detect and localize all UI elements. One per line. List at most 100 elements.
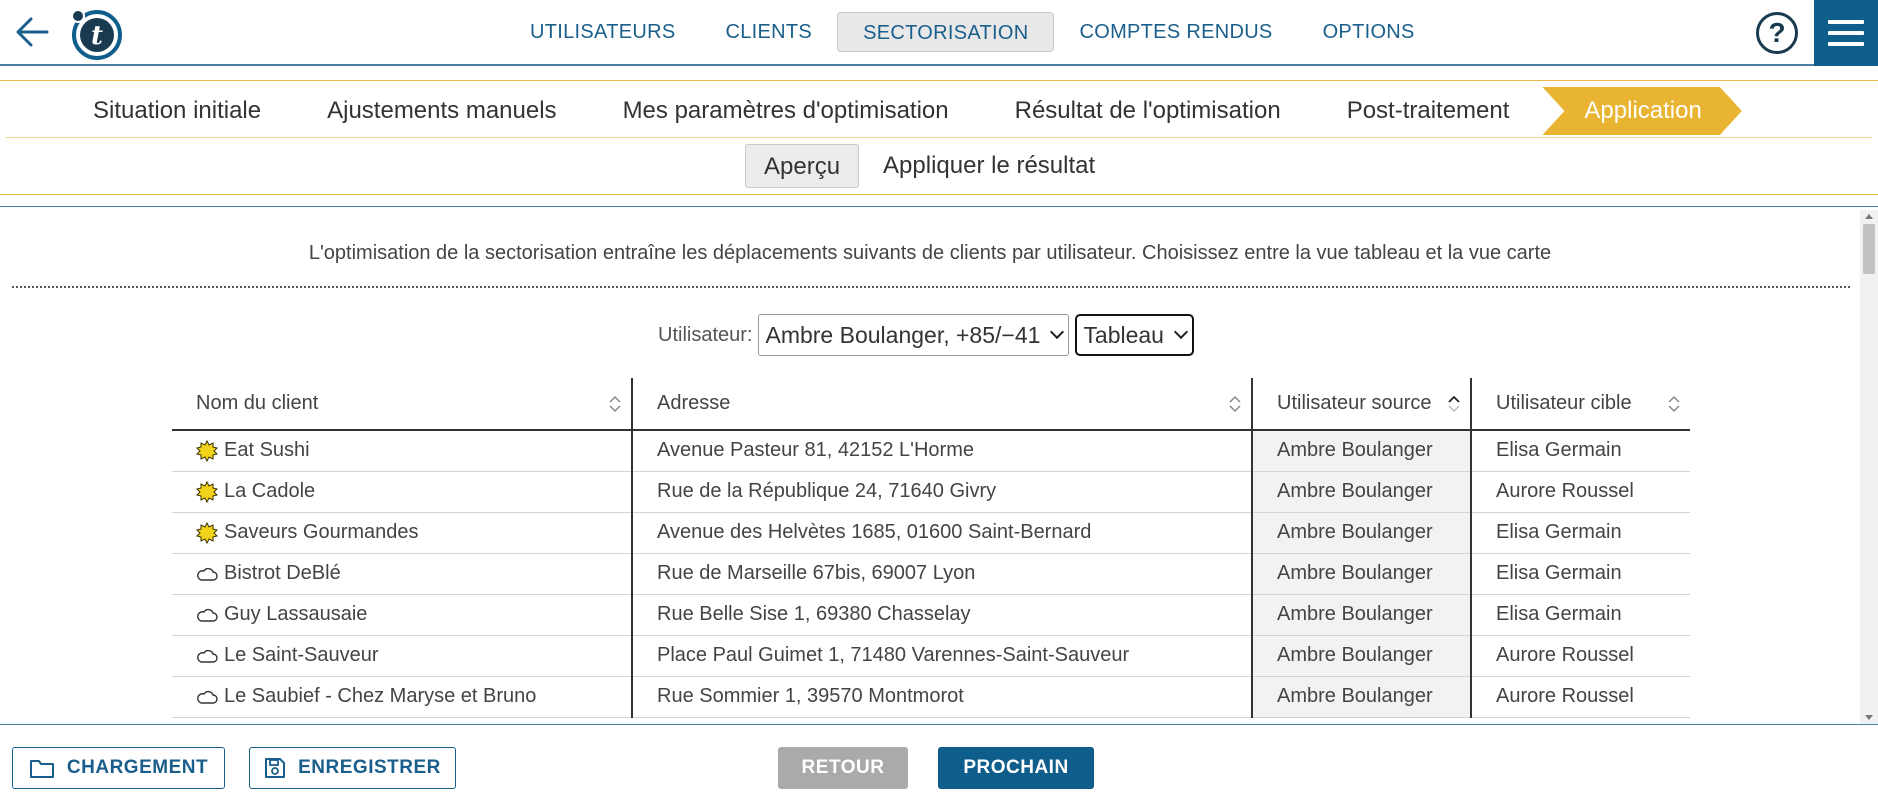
cell-client-name: Bistrot DeBlé	[172, 553, 633, 595]
hamburger-menu-icon[interactable]	[1814, 0, 1878, 66]
column-header-utilisateur-cible[interactable]: Utilisateur cible	[1471, 378, 1690, 431]
step-application[interactable]: Application	[1542, 87, 1741, 135]
subtabs-divider	[0, 194, 1878, 195]
load-button-label: CHARGEMENT	[66, 757, 209, 778]
step-ajustements-manuels[interactable]: Ajustements manuels	[294, 87, 589, 135]
cell-address: Rue de Marseille 67bis, 69007 Lyon	[632, 553, 1253, 595]
step-resultat-optimisation[interactable]: Résultat de l'optimisation	[982, 87, 1314, 135]
cloud-icon	[196, 690, 218, 704]
table-header-row: Nom du client Adresse Utilisateur source…	[172, 378, 1690, 431]
sun-icon	[196, 439, 218, 462]
column-header-label: Adresse	[657, 392, 731, 414]
cloud-icon	[196, 649, 218, 663]
cell-source-user: Ambre Boulanger	[1252, 635, 1472, 677]
tab-options[interactable]: OPTIONS	[1298, 12, 1440, 52]
sort-ascending-icon	[1448, 395, 1460, 413]
content-top-border	[0, 206, 1878, 207]
steps-divider	[6, 137, 1872, 138]
cell-target-user: Aurore Roussel	[1471, 676, 1690, 718]
scroll-thumb[interactable]	[1863, 224, 1875, 274]
cell-client-name: Le Saint-Sauveur	[172, 635, 633, 677]
table-row[interactable]: Le Saint-Sauveur Place Paul Guimet 1, 714…	[172, 635, 1690, 677]
cell-address: Avenue Pasteur 81, 42152 L'Horme	[632, 430, 1253, 472]
main-content: L'optimisation de la sectorisation entra…	[0, 208, 1860, 724]
step-parametres-optimisation[interactable]: Mes paramètres d'optimisation	[590, 87, 982, 135]
column-header-nom-client[interactable]: Nom du client	[172, 378, 633, 431]
svg-text:t: t	[91, 21, 103, 51]
step-situation-initiale[interactable]: Situation initiale	[60, 87, 294, 135]
save-button[interactable]: ENREGISTRER	[249, 747, 456, 789]
tab-clients[interactable]: CLIENTS	[700, 12, 837, 52]
cell-client-name: Saveurs Gourmandes	[172, 512, 633, 554]
chevron-down-icon	[1050, 324, 1065, 340]
dotted-divider	[12, 286, 1850, 288]
scroll-up-icon[interactable]	[1865, 214, 1873, 219]
save-button-label: ENREGISTRER	[298, 757, 441, 778]
sort-both-icon	[609, 395, 621, 413]
load-button[interactable]: CHARGEMENT	[12, 747, 225, 789]
tab-comptes-rendus[interactable]: COMPTES RENDUS	[1054, 12, 1297, 52]
sun-icon	[196, 480, 218, 503]
client-name: Guy Lassausaie	[224, 603, 368, 625]
client-name: Eat Sushi	[224, 439, 310, 462]
table-row[interactable]: Guy Lassausaie Rue Belle Sise 1, 69380 Ch…	[172, 594, 1690, 636]
view-select[interactable]: Tableau	[1075, 314, 1194, 356]
cell-client-name: Guy Lassausaie	[172, 594, 633, 636]
cloud-icon	[196, 567, 218, 581]
tab-utilisateurs[interactable]: UTILISATEURS	[505, 12, 700, 52]
cell-target-user: Elisa Germain	[1471, 512, 1690, 554]
cell-target-user: Elisa Germain	[1471, 430, 1690, 472]
column-header-label: Nom du client	[196, 392, 319, 414]
cell-address: Rue Belle Sise 1, 69380 Chasselay	[632, 594, 1253, 636]
column-header-utilisateur-source[interactable]: Utilisateur source	[1252, 378, 1472, 431]
column-header-label: Utilisateur cible	[1496, 392, 1632, 414]
table-row[interactable]: Bistrot DeBlé Rue de Marseille 67bis, 690…	[172, 553, 1690, 595]
subtab-apercu[interactable]: Aperçu	[745, 144, 860, 188]
workflow-steps: Situation initiale Ajustements manuels M…	[0, 80, 1878, 138]
vertical-scrollbar[interactable]	[1860, 210, 1878, 724]
sun-icon	[196, 521, 218, 544]
cell-source-user: Ambre Boulanger	[1252, 471, 1472, 513]
intro-text: L'optimisation de la sectorisation entra…	[308, 242, 1552, 264]
back-arrow-icon[interactable]	[12, 12, 52, 52]
footer-bar: CHARGEMENT ENREGISTRER RETOUR PROCHAIN	[0, 724, 1878, 802]
table-row[interactable]: Saveurs Gourmandes Avenue des Helvètes 16…	[172, 512, 1690, 554]
main-nav: UTILISATEURS CLIENTS SECTORISATION COMPT…	[505, 12, 1440, 52]
client-name: Bistrot DeBlé	[224, 562, 341, 584]
client-name: Saveurs Gourmandes	[224, 521, 419, 543]
cell-address: Rue Sommier 1, 39570 Montmorot	[632, 676, 1253, 718]
folder-icon	[29, 760, 54, 778]
top-navbar: t UTILISATEURS CLIENTS SECTORISATION COM…	[0, 0, 1878, 66]
table-row[interactable]: Eat Sushi Avenue Pasteur 81, 42152 L'Horm…	[172, 430, 1690, 472]
user-select-value: Ambre Boulanger, +85/−41	[765, 321, 1041, 348]
sub-tabs: Aperçu Appliquer le résultat	[0, 140, 1878, 194]
sort-both-icon	[1668, 395, 1680, 413]
cell-source-user: Ambre Boulanger	[1252, 512, 1472, 554]
scroll-down-icon[interactable]	[1865, 715, 1873, 720]
view-select-value: Tableau	[1083, 321, 1164, 348]
cell-address: Rue de la République 24, 71640 Givry	[632, 471, 1253, 513]
tab-sectorisation[interactable]: SECTORISATION	[837, 12, 1055, 52]
chevron-down-icon	[1173, 324, 1189, 340]
client-name: Le Saint-Sauveur	[224, 644, 379, 666]
table-row[interactable]: Le Saubief - Chez Maryse et Bruno Rue Som…	[172, 676, 1690, 718]
column-header-adresse[interactable]: Adresse	[632, 378, 1253, 431]
cell-target-user: Aurore Roussel	[1471, 471, 1690, 513]
user-select[interactable]: Ambre Boulanger, +85/−41	[758, 314, 1070, 356]
prochain-button[interactable]: PROCHAIN	[938, 747, 1094, 789]
subtab-appliquer-resultat[interactable]: Appliquer le résultat	[865, 144, 1113, 188]
retour-button[interactable]: RETOUR	[778, 747, 908, 789]
client-name: La Cadole	[224, 480, 316, 502]
sort-both-icon	[1229, 395, 1241, 413]
step-post-traitement[interactable]: Post-traitement	[1314, 87, 1543, 135]
help-icon[interactable]: ?	[1756, 12, 1798, 54]
app-logo: t	[70, 8, 122, 60]
user-label: Utilisateur:	[658, 323, 753, 346]
table-row[interactable]: La Cadole Rue de la République 24, 71640 …	[172, 471, 1690, 513]
cell-source-user: Ambre Boulanger	[1252, 553, 1472, 595]
cell-address: Place Paul Guimet 1, 71480 Varennes-Sain…	[632, 635, 1253, 677]
cell-address: Avenue des Helvètes 1685, 01600 Saint-Be…	[632, 512, 1253, 554]
user-filter: Utilisateur: Ambre Boulanger, +85/−41 Ta…	[658, 314, 1194, 356]
cell-source-user: Ambre Boulanger	[1252, 676, 1472, 718]
client-name: Le Saubief - Chez Maryse et Bruno	[224, 685, 537, 707]
